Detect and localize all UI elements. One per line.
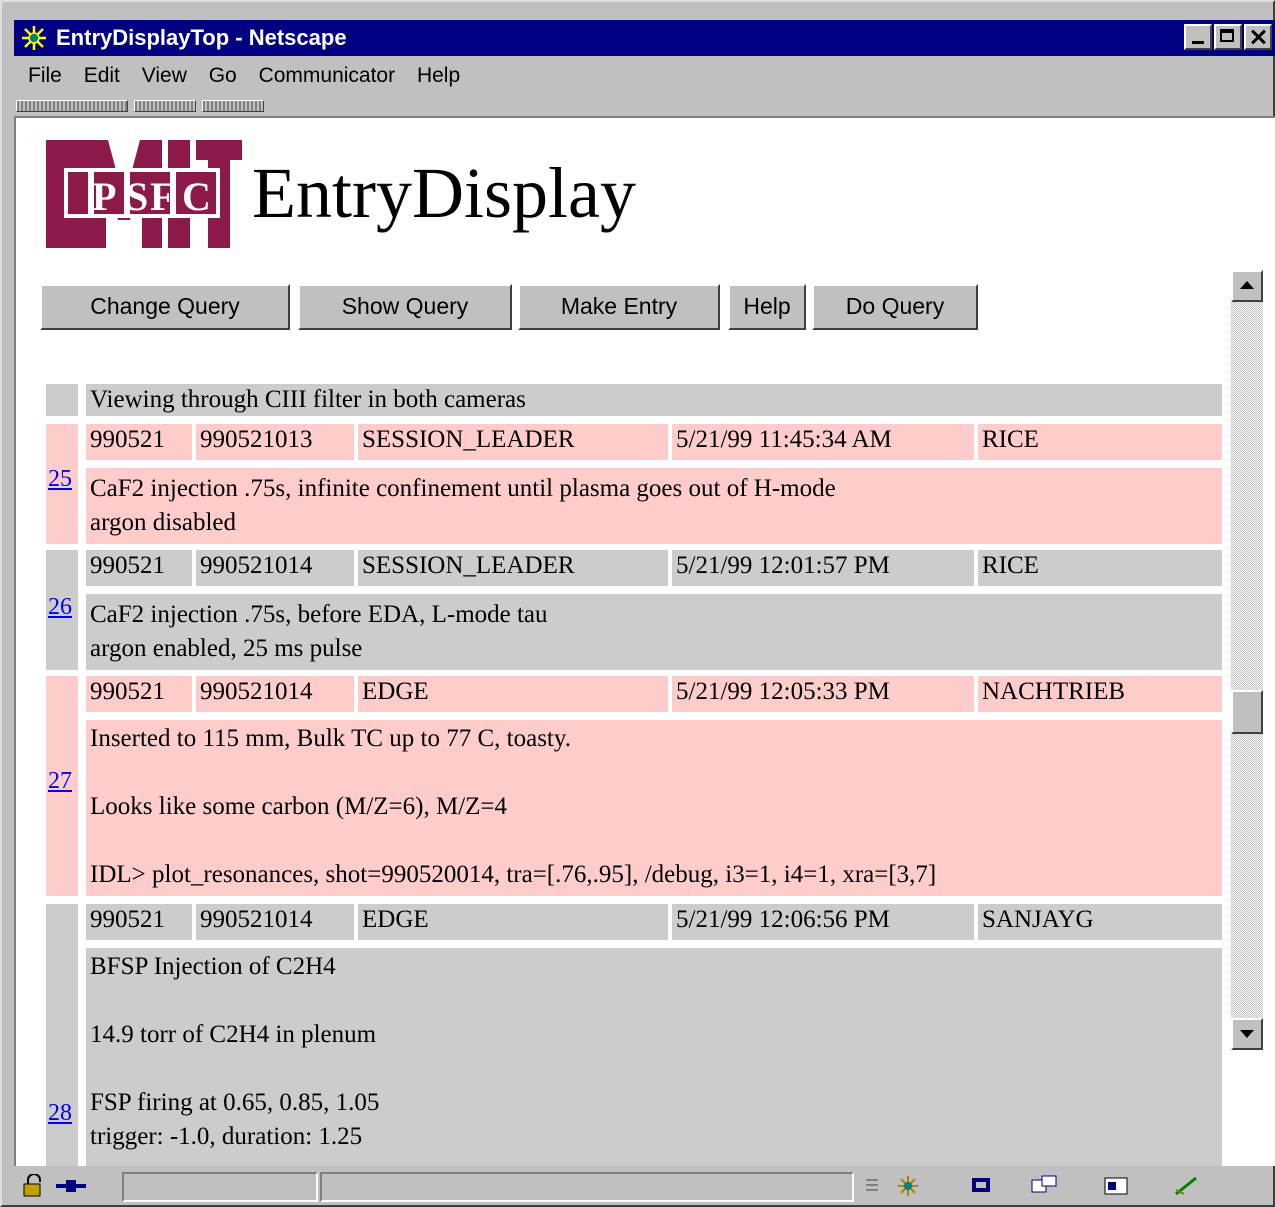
help-button[interactable]: Help (728, 284, 806, 330)
entry-shot: 990521013 (196, 424, 354, 460)
netscape-logo-icon (22, 26, 46, 50)
entry-shot: 990521014 (196, 676, 354, 712)
mit-psfc-logo: PSFC (46, 140, 242, 248)
component-bar-grip-icon[interactable] (862, 1174, 882, 1198)
entry-time: 5/21/99 11:45:34 AM (672, 424, 974, 460)
entry-run: 990521 (86, 676, 192, 712)
menu-help[interactable]: Help (417, 58, 460, 94)
netscape-wheel-icon[interactable] (894, 1174, 922, 1198)
close-icon[interactable] (1244, 24, 1272, 50)
entry-user: RICE (978, 424, 1222, 460)
toolbar-grip-personal[interactable] (202, 100, 264, 112)
menu-view[interactable]: View (142, 58, 187, 94)
entry-text: Inserted to 115 mm, Bulk TC up to 77 C, … (86, 720, 1222, 896)
discussions-icon[interactable] (1030, 1174, 1058, 1198)
svg-text:F: F (150, 174, 174, 219)
svg-text:S: S (126, 174, 148, 219)
entry-user: NACHTRIEB (978, 676, 1222, 712)
entry-run: 990521 (86, 904, 192, 940)
svg-text:C: C (182, 174, 211, 219)
entry-link-27[interactable]: 27 (48, 768, 72, 795)
entry-topic: SESSION_LEADER (358, 424, 668, 460)
change-query-button[interactable]: Change Query (40, 284, 290, 330)
page-title: EntryDisplay (252, 153, 636, 233)
address-book-icon[interactable] (1102, 1174, 1130, 1198)
minimize-icon[interactable] (1184, 24, 1212, 50)
progress-field (122, 1172, 318, 1202)
show-query-button[interactable]: Show Query (298, 284, 512, 330)
menu-file[interactable]: File (28, 58, 62, 94)
entry-topic: EDGE (358, 904, 668, 940)
entry-link-28[interactable]: 28 (48, 1100, 72, 1127)
maximize-icon[interactable] (1214, 24, 1242, 50)
entry-run: 990521 (86, 550, 192, 586)
entry-number-cell (46, 384, 78, 416)
entry-text: CaF2 injection .75s, infinite confinemen… (86, 468, 1222, 544)
security-lock-icon[interactable] (20, 1174, 48, 1198)
toolbar-grip-navigation[interactable] (16, 100, 128, 112)
entry-shot: 990521014 (196, 904, 354, 940)
mail-icon[interactable] (968, 1174, 996, 1198)
entry-topic: EDGE (358, 676, 668, 712)
entry-time: 5/21/99 12:06:56 PM (672, 904, 974, 940)
entry-shot: 990521014 (196, 550, 354, 586)
toolbar-grip-location[interactable] (134, 100, 196, 112)
window-title: EntryDisplayTop - Netscape (56, 25, 347, 50)
status-bar (14, 1168, 1275, 1206)
entry-text: CaF2 injection .75s, before EDA, L-mode … (86, 594, 1222, 670)
svg-text:P: P (92, 174, 116, 219)
composer-icon[interactable] (1172, 1174, 1200, 1198)
do-query-button[interactable]: Do Query (812, 284, 978, 330)
entry-table: Viewing through CIII filter in both came… (44, 384, 1226, 1166)
scroll-down-icon[interactable] (1231, 1018, 1263, 1050)
connection-plug-icon (56, 1180, 86, 1192)
entry-user: SANJAYG (978, 904, 1222, 940)
collapsed-toolbars (16, 98, 266, 114)
title-bar[interactable]: EntryDisplayTop - Netscape (14, 20, 1275, 56)
entry-time: 5/21/99 12:01:57 PM (672, 550, 974, 586)
menu-communicator[interactable]: Communicator (259, 58, 396, 94)
browser-window: EntryDisplayTop - Netscape File Edit Vie… (0, 0, 1275, 1207)
vertical-scrollbar[interactable] (1231, 270, 1263, 1050)
entry-run: 990521 (86, 424, 192, 460)
make-entry-button[interactable]: Make Entry (518, 284, 720, 330)
status-message-field (320, 1172, 854, 1202)
entry-link-25[interactable]: 25 (48, 466, 72, 493)
menu-go[interactable]: Go (209, 58, 237, 94)
entry-link-26[interactable]: 26 (48, 594, 72, 621)
scroll-thumb[interactable] (1231, 690, 1263, 734)
menu-bar: File Edit View Go Communicator Help (14, 58, 460, 94)
entry-user: RICE (978, 550, 1222, 586)
page-content: PSFC EntryDisplay Change Query Show Quer… (14, 116, 1275, 1166)
entry-topic: SESSION_LEADER (358, 550, 668, 586)
menu-edit[interactable]: Edit (84, 58, 120, 94)
entry-text: Viewing through CIII filter in both came… (86, 384, 1222, 416)
scroll-up-icon[interactable] (1231, 270, 1263, 302)
entry-time: 5/21/99 12:05:33 PM (672, 676, 974, 712)
entry-text: BFSP Injection of C2H4 14.9 torr of C2H4… (86, 948, 1222, 1166)
